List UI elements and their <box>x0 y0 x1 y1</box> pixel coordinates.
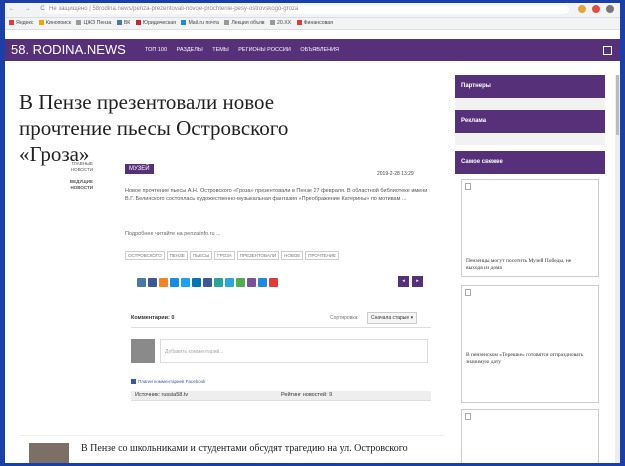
broken-image-icon <box>465 183 471 190</box>
site-logo[interactable]: 58. RODINA.NEWS <box>11 42 126 57</box>
skype-icon[interactable] <box>258 278 267 287</box>
scrollbar-thumb[interactable] <box>616 75 619 135</box>
source-link[interactable]: Источник: russia58.tv <box>135 392 188 398</box>
sidebar-heading-partners: Партнеры <box>455 75 605 98</box>
twitter-icon[interactable] <box>181 278 190 287</box>
sidebar-heading-fresh: Самое свежее <box>455 151 605 174</box>
extension-icon[interactable] <box>592 5 600 13</box>
scrollbar[interactable] <box>615 75 620 463</box>
menu-toggle-icon[interactable] <box>603 46 612 55</box>
article-title: В Пензе презентовали новое прочтение пье… <box>19 90 289 166</box>
news-card[interactable] <box>461 409 599 463</box>
pinterest-icon[interactable] <box>269 278 278 287</box>
address-bar-row: ← → C Не защищено | 58rodina.news/penza-… <box>5 3 620 18</box>
star-icon[interactable] <box>578 5 586 13</box>
prev-article-button[interactable]: ◂ <box>398 276 409 287</box>
menu-item[interactable]: РЕГИОНЫ РОССИИ <box>238 47 291 53</box>
menu-item[interactable]: ТОП 100 <box>145 47 167 53</box>
bookmark-item[interactable]: 20.ХХ <box>270 18 291 29</box>
tag-chip[interactable]: НОВОЕ <box>281 251 304 260</box>
article-categories: ГЛАВНЫЕ НОВОСТИ ВЕДУЩИЕ НОВОСТИ <box>63 161 93 197</box>
profile-icon[interactable] <box>606 5 614 13</box>
related-title[interactable]: В Пензе со школьниками и студентами обсу… <box>81 443 421 455</box>
sidebar-heading-ads: Реклама <box>455 110 605 133</box>
main-menu: ТОП 100 РАЗДЕЛЫ ТЕМЫ РЕГИОНЫ РОССИИ ОБЪЯ… <box>145 47 347 53</box>
extension-icons <box>578 5 614 13</box>
category-link[interactable]: ГЛАВНЫЕ НОВОСТИ <box>63 161 93 173</box>
odnoklassniki-icon[interactable] <box>159 278 168 287</box>
read-more-link[interactable]: Подробнее читайте на penzainfo.ru ... <box>125 231 221 237</box>
nav-buttons[interactable]: ← → C <box>9 6 49 12</box>
facebook-plugin-link[interactable]: Плагин комментариев Facebook <box>131 379 206 385</box>
share-buttons <box>137 278 278 287</box>
plugin-label: Плагин комментариев Facebook <box>138 379 206 384</box>
sidebar-spacer <box>455 98 605 110</box>
news-card[interactable]: Пензенцы могут посетить Музей Победы, не… <box>461 179 599 277</box>
vk-icon[interactable] <box>137 278 146 287</box>
broken-image-icon <box>465 289 471 296</box>
linkedin-icon[interactable] <box>192 278 201 287</box>
bookmark-item[interactable]: ЦЖЗ Пенза <box>76 18 111 29</box>
menu-item[interactable]: ОБЪЯВЛЕНИЯ <box>300 47 339 53</box>
tag-chip[interactable]: ГРОЗА <box>214 251 235 260</box>
sort-label: Сортировка <box>330 315 358 321</box>
tag-chip[interactable]: ОСТРОВСКОГО <box>125 251 165 260</box>
url-field[interactable]: Не защищено | 58rodina.news/penza-prezen… <box>45 5 569 14</box>
livejournal-icon[interactable] <box>203 278 212 287</box>
tag-chip[interactable]: ПРОЧТЕНИЕ <box>305 251 340 260</box>
source-bar: Источник: russia58.tv Рейтинг новостей: … <box>131 391 431 401</box>
menu-item[interactable]: ТЕМЫ <box>212 47 228 53</box>
next-article-button[interactable]: ▸ <box>412 276 423 287</box>
news-rating: Рейтинг новостей: 9 <box>281 392 333 398</box>
facebook-icon <box>131 379 136 385</box>
news-card-title[interactable]: Пензенцы могут посетить Музей Победы, не… <box>466 258 586 272</box>
bookmark-item[interactable]: Яндекс <box>9 18 33 29</box>
comments-count: Комментарии: 0 <box>131 315 175 321</box>
bookmark-item[interactable]: Юридическая <box>135 18 176 29</box>
bookmark-item[interactable]: Лекция объяв <box>224 18 265 29</box>
bookmarks-bar: Яндекс Кинопоиск ЦЖЗ Пенза ВК Юридическа… <box>5 18 620 30</box>
bookmark-item[interactable]: ВК <box>116 18 130 29</box>
article-column: В Пензе презентовали новое прочтение пье… <box>5 61 450 463</box>
sidebar-spacer <box>455 133 605 145</box>
mailru-icon[interactable] <box>170 278 179 287</box>
avatar <box>131 339 155 363</box>
broken-image-icon <box>465 413 471 420</box>
comment-input[interactable]: Добавить комментарий... <box>160 339 428 363</box>
sidebar: Партнеры Реклама Самое свежее Пензенцы м… <box>453 75 613 463</box>
facebook-icon[interactable] <box>148 278 157 287</box>
news-card[interactable]: В пензенском «Терешке» готовятся отпразд… <box>461 285 599 403</box>
divider <box>19 435 444 436</box>
related-thumbnail[interactable] <box>29 443 69 463</box>
tag-chip[interactable]: ПРЕЗЕНТОВАЛИ <box>236 251 280 260</box>
category-link[interactable]: ВЕДУЩИЕ НОВОСТИ <box>63 179 93 191</box>
article-lead: Новое прочтение пьесы А.Н. Островского «… <box>125 188 428 202</box>
menu-item[interactable]: РАЗДЕЛЫ <box>177 47 203 53</box>
tag-chip[interactable]: ПЬЕСЫ <box>189 251 213 260</box>
bookmark-item[interactable]: Финансовая <box>296 18 333 29</box>
article-date: 2019-2-28 13:29 <box>377 171 414 177</box>
whatsapp-icon[interactable] <box>236 278 245 287</box>
browser-window: ← → C Не защищено | 58rodina.news/penza-… <box>5 3 620 463</box>
divider <box>131 327 431 328</box>
bookmark-item[interactable]: Кинопоиск <box>38 18 71 29</box>
tag-chip[interactable]: ПЕНЗЕ <box>166 251 188 260</box>
rubric-badge[interactable]: МУЗЕЙ <box>125 164 154 174</box>
tag-list: ОСТРОВСКОГО ПЕНЗЕ ПЬЕСЫ ГРОЗА ПРЕЗЕНТОВА… <box>125 251 435 260</box>
site-navbar: 58. RODINA.NEWS ТОП 100 РАЗДЕЛЫ ТЕМЫ РЕГ… <box>5 39 620 61</box>
news-card-title[interactable]: В пензенском «Терешке» готовятся отпразд… <box>466 352 586 366</box>
article-pager: ◂ ▸ <box>398 276 423 287</box>
share-icon[interactable] <box>214 278 223 287</box>
bookmark-item[interactable]: Mail.ru почта <box>181 18 219 29</box>
telegram-icon[interactable] <box>225 278 234 287</box>
viber-icon[interactable] <box>247 278 256 287</box>
sort-select[interactable]: Сначала старые ▾ <box>367 312 418 324</box>
